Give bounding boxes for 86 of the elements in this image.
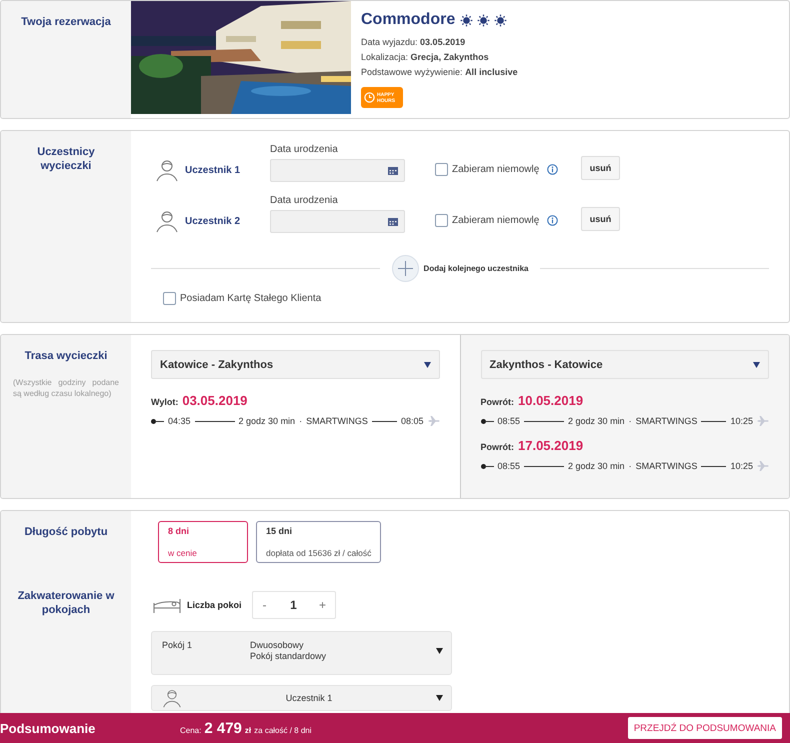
- departure-time: 08:55: [498, 461, 520, 471]
- hotel-name: Commodore: [361, 11, 456, 29]
- section-title: Twoja rezerwacja: [21, 15, 111, 29]
- separator-dot: ·: [628, 461, 632, 471]
- flight-start-icon: [480, 464, 494, 468]
- separator-dot: ·: [299, 416, 302, 426]
- section-title: Długość pobytu: [24, 525, 108, 539]
- flight-duration: 2 godz 30 min: [568, 416, 625, 426]
- trip-detail: Lokalizacja: Grecja, Zakynthos: [361, 51, 490, 63]
- remove-button[interactable]: usuń: [581, 156, 620, 180]
- price-label: Cena:: [180, 726, 202, 734]
- stay-length-option[interactable]: 15 dni dopłata od 15636 zł / całość: [256, 521, 382, 563]
- infant-checkbox[interactable]: [435, 214, 448, 227]
- occupant-select[interactable]: Uczestnik 1: [151, 685, 452, 711]
- caret-icon: [436, 695, 443, 701]
- bed-icon: [153, 597, 181, 613]
- route-select[interactable]: Katowice - Zakynthos: [151, 350, 440, 379]
- flight-duration: 2 godz 30 min: [238, 416, 296, 426]
- price: 2 479: [204, 720, 242, 736]
- departure-time: 04:35: [168, 416, 191, 426]
- arrival-time: 10:25: [730, 461, 753, 471]
- info-icon[interactable]: [547, 164, 558, 175]
- trip-detail: Data wyjazdu: 03.05.2019: [361, 36, 466, 48]
- add-participant-button[interactable]: [392, 255, 419, 282]
- section-title: Uczestnicy wycieczki: [36, 145, 96, 173]
- loyalty-checkbox[interactable]: [163, 292, 176, 305]
- participant-name: Uczestnik 1: [185, 165, 242, 176]
- arrival-time: 08:05: [400, 416, 424, 426]
- decrement-button[interactable]: -: [252, 597, 277, 613]
- room-count-stepper[interactable]: - 1 +: [252, 591, 336, 619]
- field-label: Data urodzenia: [270, 195, 339, 206]
- leg-label: Wylot:: [151, 397, 178, 407]
- checkbox-label: Zabieram niemowlę: [452, 215, 540, 226]
- person-icon: [155, 158, 179, 182]
- leg-label: Powrót:: [480, 397, 514, 407]
- time-note: (Wszystkie godziny podane są według czasu lokalnego): [12, 377, 120, 399]
- trip-detail: Podstawowe wyżywienie: All inclusive: [361, 66, 518, 78]
- go-to-summary-button[interactable]: PRZEJDŹ DO PODSUMOWANIA: [628, 717, 782, 739]
- carrier-name: SMARTWINGS: [636, 416, 698, 426]
- sun-icon: [460, 14, 474, 26]
- checkbox-label: Zabieram niemowlę: [452, 164, 540, 175]
- caret-icon: [753, 362, 760, 368]
- sun-icon: [494, 14, 508, 26]
- carrier-name: SMARTWINGS: [306, 416, 368, 426]
- flight-date: 03.05.2019: [182, 393, 248, 408]
- field-label: Data urodzenia: [270, 144, 339, 155]
- summary-title: Podsumowanie: [0, 720, 96, 736]
- flight-date: 10.05.2019: [518, 393, 584, 408]
- plane-icon: [757, 416, 769, 426]
- separator-dot: ·: [628, 416, 632, 426]
- currency: zł: [244, 726, 252, 734]
- room-type-select[interactable]: Pokój 1 Dwuosobowy Pokój standardowy: [151, 631, 452, 675]
- plane-icon: [428, 416, 440, 426]
- stay-length-option[interactable]: 8 dni w cenie: [158, 521, 248, 563]
- flight-start-icon: [151, 418, 164, 424]
- person-icon: [162, 688, 182, 708]
- increment-button[interactable]: +: [310, 597, 335, 613]
- participant-name: Uczestnik 2: [185, 216, 242, 227]
- infant-checkbox[interactable]: [435, 163, 448, 176]
- flight-start-icon: [480, 418, 494, 424]
- birth-date-field[interactable]: [270, 159, 405, 182]
- rooms-label: Liczba pokoi: [187, 600, 242, 610]
- flight-duration: 2 godz 30 min: [568, 461, 625, 471]
- caret-icon: [424, 362, 430, 368]
- departure-time: 08:55: [498, 416, 520, 426]
- flight-date: 17.05.2019: [518, 438, 584, 453]
- arrival-time: 10:25: [730, 416, 753, 426]
- caret-icon: [436, 648, 443, 654]
- checkbox-label: Posiadam Kartę Stałego Klienta: [180, 293, 322, 304]
- room-count: 1: [289, 598, 298, 612]
- birth-date-field[interactable]: [270, 210, 405, 233]
- carrier-name: SMARTWINGS: [636, 461, 698, 471]
- sun-icon: [477, 14, 490, 26]
- calendar-icon: [388, 166, 398, 175]
- info-icon[interactable]: [547, 215, 558, 226]
- price-note: za całość / 8 dni: [254, 726, 312, 734]
- person-icon: [155, 209, 179, 233]
- add-participant-label: Dodaj kolejnego uczestnika: [424, 264, 528, 273]
- remove-button[interactable]: usuń: [581, 207, 620, 231]
- route-select[interactable]: Zakynthos - Katowice: [480, 350, 769, 379]
- section-title: Zakwaterowanie w pokojach: [16, 589, 116, 617]
- calendar-icon: [388, 217, 398, 226]
- plus-icon: [398, 261, 413, 276]
- plane-icon: [757, 461, 769, 471]
- section-title: Trasa wycieczki: [24, 349, 108, 363]
- leg-label: Powrót:: [480, 442, 514, 452]
